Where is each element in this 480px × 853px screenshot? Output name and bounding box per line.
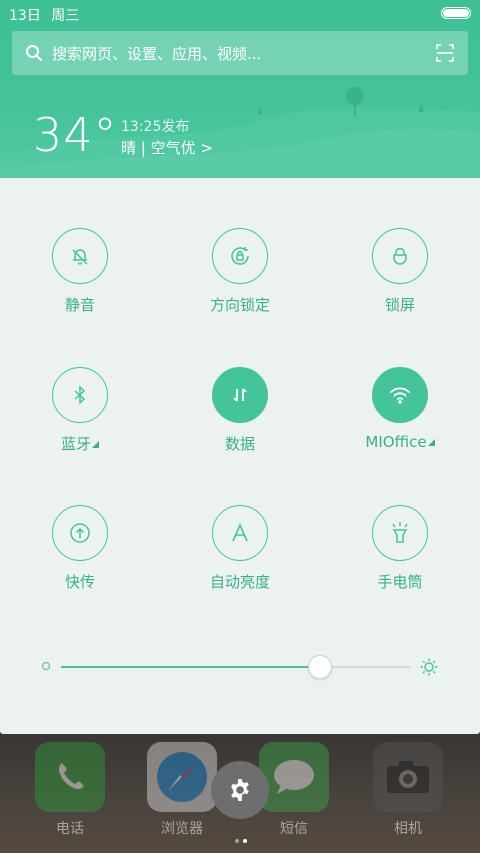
dock-app-camera[interactable]: 相机 [372, 742, 444, 838]
toggle-mobile-data[interactable]: 数据 [160, 367, 320, 454]
camera-icon[interactable] [373, 742, 443, 812]
page-dot-active [243, 839, 247, 843]
quick-settings-panel: 静音 方向锁定 锁屏 蓝牙 数据 MIOffice 快传 自动亮度 手电筒 [0, 178, 480, 734]
dock-app-label: 短信 [280, 821, 308, 837]
toggle-label: 数据 [224, 435, 255, 453]
wifi-icon[interactable] [372, 367, 428, 423]
settings-button[interactable] [211, 761, 269, 819]
brightness-low-icon [42, 662, 50, 670]
toggle-label: 锁屏 [384, 296, 415, 314]
toggle-label: 静音 [64, 296, 95, 314]
more-options-icon[interactable] [92, 441, 99, 448]
weather-publish-time: 13:25发布 [121, 119, 190, 135]
toggle-rotation-lock[interactable]: 方向锁定 [160, 228, 320, 315]
battery-icon [441, 7, 471, 19]
message-icon[interactable] [259, 742, 329, 812]
dock-app-label: 浏览器 [161, 821, 203, 837]
search-bar[interactable]: 搜索网页、设置、应用、视频... [12, 31, 468, 75]
lock-icon[interactable] [372, 228, 428, 284]
gear-icon [231, 779, 249, 801]
page-indicator [233, 828, 249, 847]
status-bar: 13日 周三 [9, 5, 79, 25]
brightness-track[interactable] [61, 666, 410, 668]
dock-app-label: 电话 [56, 821, 84, 837]
rotation-lock-icon[interactable] [212, 228, 268, 284]
auto-brightness-icon[interactable] [212, 505, 268, 561]
dock-app-label: 相机 [394, 821, 422, 837]
toggle-label: 蓝牙 [60, 435, 91, 453]
weather-condition[interactable]: 晴 | 空气优 > [121, 137, 213, 158]
weather-header: 13日 周三 搜索网页、设置、应用、视频... 34° 13:25发布 晴 | … [0, 0, 480, 178]
status-weekday: 周三 [51, 8, 80, 24]
toggle-label: 自动亮度 [209, 573, 270, 591]
more-options-icon[interactable] [427, 439, 435, 446]
compass-icon[interactable] [147, 742, 217, 812]
bluetooth-icon[interactable] [52, 367, 108, 423]
toggle-label: MIOffice [365, 433, 427, 451]
mobile-data-icon[interactable] [212, 367, 268, 423]
toggle-flashlight[interactable]: 手电筒 [320, 505, 480, 592]
toggle-bluetooth[interactable]: 蓝牙 [0, 367, 160, 454]
toggle-lock-screen[interactable]: 锁屏 [320, 228, 480, 315]
brightness-high-icon [420, 658, 438, 676]
toggle-quick-transfer[interactable]: 快传 [0, 505, 160, 592]
scan-icon[interactable] [436, 44, 454, 62]
toggle-label: 手电筒 [377, 573, 423, 591]
toggle-label: 快传 [64, 573, 95, 591]
search-icon [26, 45, 42, 61]
brightness-progress [61, 666, 320, 668]
toggle-auto-brightness[interactable]: 自动亮度 [160, 505, 320, 592]
toggle-mute[interactable]: 静音 [0, 228, 160, 315]
search-placeholder[interactable]: 搜索网页、设置、应用、视频... [52, 43, 261, 64]
dock-app-browser[interactable]: 浏览器 [146, 742, 218, 838]
brightness-thumb[interactable] [308, 655, 333, 679]
flashlight-icon[interactable] [372, 505, 428, 561]
quick-transfer-icon[interactable] [52, 505, 108, 561]
dock-app-phone[interactable]: 电话 [34, 742, 106, 838]
brightness-slider[interactable] [40, 652, 440, 682]
toggle-label: 方向锁定 [209, 296, 270, 314]
mute-bell-icon[interactable] [52, 228, 108, 284]
temperature[interactable]: 34° [33, 108, 118, 162]
page-dot [235, 839, 239, 843]
toggle-wifi[interactable]: MIOffice [320, 367, 480, 451]
phone-icon[interactable] [35, 742, 105, 812]
status-date: 13日 [9, 8, 41, 24]
